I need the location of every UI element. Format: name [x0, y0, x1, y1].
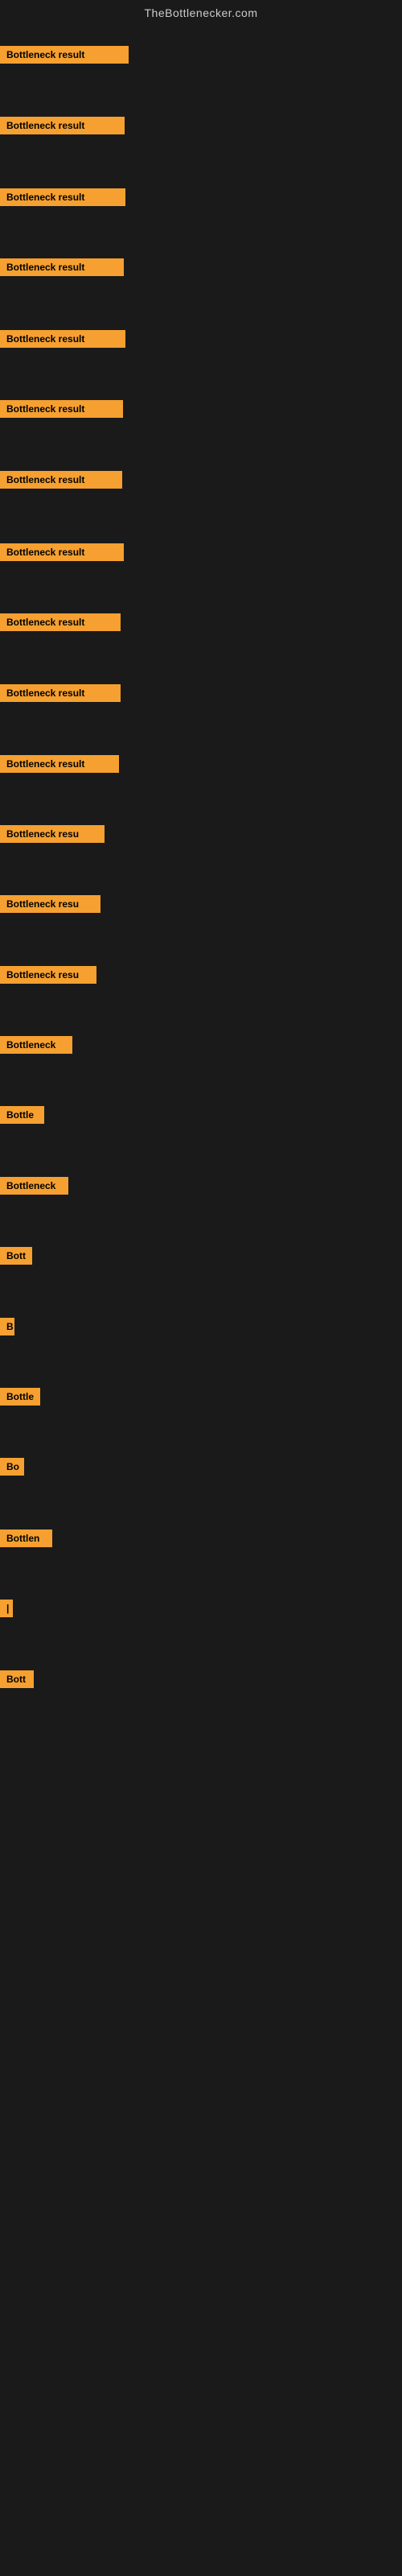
bottleneck-bar-13: Bottleneck resu — [0, 895, 100, 913]
bottleneck-bar-7: Bottleneck result — [0, 471, 122, 489]
bottleneck-bar-11: Bottleneck result — [0, 755, 119, 773]
bottleneck-bar-16: Bottle — [0, 1106, 44, 1124]
bottleneck-bar-8: Bottleneck result — [0, 543, 124, 561]
bottleneck-bar-21: Bo — [0, 1458, 24, 1476]
bottleneck-bar-20: Bottle — [0, 1388, 40, 1406]
bottleneck-bar-23: | — [0, 1600, 13, 1617]
bottleneck-bar-14: Bottleneck resu — [0, 966, 96, 984]
bottleneck-bar-5: Bottleneck result — [0, 330, 125, 348]
bottleneck-bar-3: Bottleneck result — [0, 188, 125, 206]
bottleneck-bar-19: B — [0, 1318, 14, 1335]
bottleneck-bar-12: Bottleneck resu — [0, 825, 105, 843]
bottleneck-bar-15: Bottleneck — [0, 1036, 72, 1054]
site-title: TheBottlenecker.com — [0, 0, 402, 23]
bottleneck-bar-1: Bottleneck result — [0, 46, 129, 64]
bottleneck-bar-24: Bott — [0, 1670, 34, 1688]
bottleneck-bar-17: Bottleneck — [0, 1177, 68, 1195]
bottleneck-bar-4: Bottleneck result — [0, 258, 124, 276]
chart-area: TheBottlenecker.com Bottleneck resultBot… — [0, 0, 402, 23]
bottleneck-bar-22: Bottlen — [0, 1530, 52, 1547]
bottleneck-bar-2: Bottleneck result — [0, 117, 125, 134]
bottleneck-bar-6: Bottleneck result — [0, 400, 123, 418]
bottleneck-bar-9: Bottleneck result — [0, 613, 121, 631]
bottleneck-bar-18: Bott — [0, 1247, 32, 1265]
bottleneck-bar-10: Bottleneck result — [0, 684, 121, 702]
